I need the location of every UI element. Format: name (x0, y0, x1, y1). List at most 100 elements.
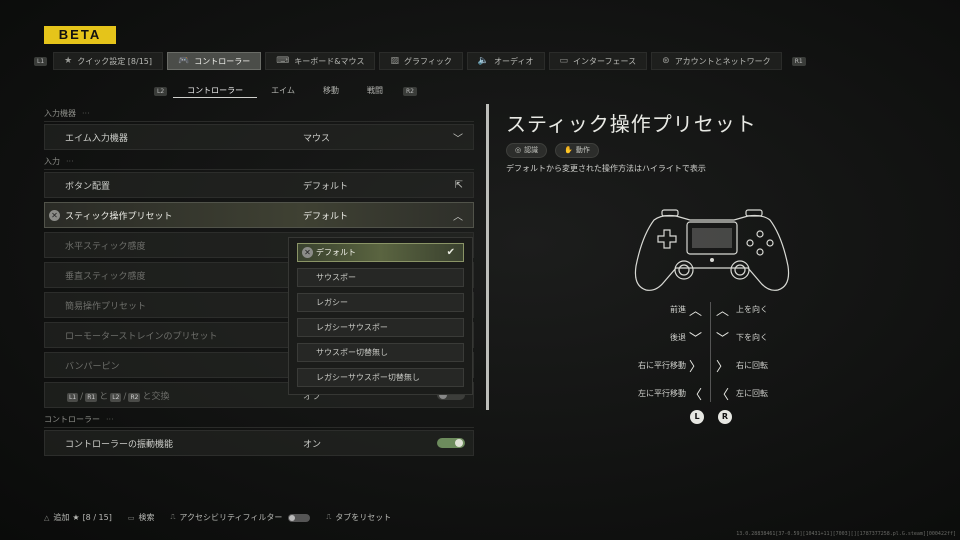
tab-label: オーディオ (494, 56, 534, 66)
cross-button-icon: ✕ (302, 247, 313, 258)
interface-icon: ▭ (559, 56, 569, 66)
left-stick-icon: L (690, 410, 704, 424)
left-stick-action: 右に平行移動 (638, 361, 686, 370)
r2-key-icon: R2 (128, 392, 141, 402)
chevron-up-icon: ︿ (453, 211, 463, 223)
mapping-row: 左に平行移動 〈 〈 左に回転 (620, 386, 790, 414)
option-legacy[interactable]: レガシー (297, 293, 464, 312)
mouse-icon: ⌨ (276, 56, 290, 66)
eye-icon: ◎ (515, 146, 522, 154)
swap-text: と交換 (142, 391, 170, 402)
setting-value: オン (303, 439, 322, 450)
option-label: レガシーサウスポー (316, 323, 388, 332)
mapping-row: 後退 ﹀ ﹀ 下を向く (620, 330, 790, 358)
setting-button-layout[interactable]: ボタン配置 デフォルト ⇱ (44, 172, 474, 198)
tab-controller[interactable]: 🎮 コントローラー (167, 52, 262, 70)
setting-label: バンパーピン (65, 361, 120, 372)
left-stick-action: 後退 (670, 333, 686, 342)
setting-value: デフォルト (303, 181, 349, 192)
tab-audio[interactable]: 🔈 オーディオ (466, 52, 545, 70)
setting-value: マウス (303, 133, 331, 144)
tab-label: コントローラー (194, 56, 251, 66)
setting-label: 垂直スティック感度 (65, 271, 146, 282)
option-default[interactable]: ✕ デフォルト ✔ (297, 243, 464, 262)
tab-keyboard-mouse[interactable]: ⌨ キーボード&マウス (265, 52, 376, 70)
section-title: 入力 (44, 157, 60, 166)
graphics-icon: ▨ (390, 56, 399, 66)
scrollbar[interactable] (486, 104, 489, 410)
action-pill[interactable]: ✋ 動作 (555, 143, 599, 158)
favorite-count: [8 / 15] (82, 513, 112, 522)
section-header: コントローラー ··· (44, 412, 474, 428)
section-title: コントローラー (44, 415, 100, 424)
detail-pills: ◎ 認識 ✋ 動作 (506, 143, 757, 158)
option-label: レガシー (316, 298, 348, 307)
detail-panel: スティック操作プリセット ◎ 認識 ✋ 動作 デフォルトから変更された操作方法はハイ… (506, 108, 757, 174)
tab-label: クイック設定 [8/15] (77, 56, 152, 66)
chevron-left-icon: 〈 (716, 388, 730, 403)
subtab-aim[interactable]: エイム (257, 84, 309, 98)
sub-nav: L2 コントローラー エイム 移動 戦闘 R2 (148, 84, 423, 98)
search-button[interactable]: ▭ 検索 (128, 512, 155, 523)
tab-account-network[interactable]: ⊛ アカウントとネットワーク (651, 52, 782, 70)
chevron-left-icon: 〈 (688, 388, 702, 403)
subtab-controller[interactable]: コントローラー (173, 84, 258, 98)
chevron-up-icon: ︿ (688, 304, 702, 319)
chevron-right-icon: 〉 (688, 360, 702, 375)
beta-badge: BETA (44, 26, 116, 44)
section-header: 入力機器 ··· (44, 106, 474, 122)
top-nav: L1 ★ クイック設定 [8/15] 🎮 コントローラー ⌨ キーボード&マウス ▨ グ… (28, 51, 812, 71)
right-stick-action: 右に回転 (736, 361, 768, 370)
pill-label: 認識 (524, 146, 539, 154)
network-icon: ⊛ (662, 56, 670, 66)
l2-key-icon: L2 (110, 392, 122, 402)
option-label: デフォルト (316, 248, 356, 257)
setting-aim-device[interactable]: エイム入力機器 マウス ﹀ (44, 124, 474, 150)
pill-label: 動作 (575, 146, 590, 154)
recognize-pill[interactable]: ◎ 認識 (506, 143, 548, 158)
checkmark-icon: ✔ (446, 247, 455, 258)
tab-quick-settings[interactable]: ★ クイック設定 [8/15] (53, 52, 163, 70)
vibration-toggle[interactable] (437, 438, 465, 448)
setting-stick-preset[interactable]: ✕ スティック操作プリセット デフォルト ︿ (44, 202, 474, 228)
setting-label: スティック操作プリセット (65, 211, 173, 222)
version-string: 13.0.28838461[37-0.59][10431+11][7003][]… (736, 531, 956, 537)
stick-mapping: 前進 ︿ ︿ 上を向く 後退 ﹀ ﹀ 下を向く 右に平行移動 〉 〉 右に回転 … (620, 302, 790, 414)
add-favorite-button[interactable]: △ 追加 ★ [8 / 15] (44, 512, 112, 523)
setting-label: コントローラーの振動機能 (65, 439, 174, 450)
section-title: 入力機器 (44, 109, 76, 118)
r3-button-icon: ⎍ (326, 513, 332, 521)
tab-label: アカウントとネットワーク (674, 56, 771, 66)
option-legacy-southpaw[interactable]: レガシーサウスポー (297, 318, 464, 337)
accessibility-filter[interactable]: ⎍ アクセシビリティフィルター (170, 512, 311, 523)
star-icon: ★ (72, 513, 80, 522)
subtab-movement[interactable]: 移動 (309, 84, 353, 98)
l1-key-icon: L1 (67, 392, 79, 402)
reset-label: タブをリセット (335, 513, 392, 522)
setting-label: ボタン配置 (65, 181, 111, 192)
section-header: 入力 ··· (44, 154, 474, 170)
controller-icon (634, 209, 790, 291)
tab-graphics[interactable]: ▨ グラフィック (379, 52, 463, 70)
option-legacy-southpaw-no-switch[interactable]: レガシーサウスポー切替無し (297, 368, 464, 387)
option-southpaw-no-switch[interactable]: サウスポー切替無し (297, 343, 464, 362)
gamepad-icon: 🎮 (178, 56, 190, 66)
setting-label: 簡易操作プリセット (65, 301, 147, 312)
right-stick-icon: R (718, 410, 732, 424)
tab-label: グラフィック (403, 56, 452, 66)
accessibility-toggle[interactable] (288, 513, 311, 522)
r2-key-icon: R2 (403, 86, 418, 96)
reset-tab-button[interactable]: ⎍ タブをリセット (326, 512, 391, 523)
chevron-up-icon: ︿ (716, 304, 730, 319)
bottom-bar: △ 追加 ★ [8 / 15] ▭ 検索 ⎍ アクセシビリティフィルター ⎍ タブをリセット (44, 512, 407, 523)
tab-interface[interactable]: ▭ インターフェース (548, 52, 648, 70)
external-link-icon: ⇱ (454, 179, 463, 191)
setting-label: 水平スティック感度 (65, 241, 146, 252)
subtab-combat[interactable]: 戦闘 (353, 84, 397, 98)
right-stick-action: 下を向く (736, 333, 768, 342)
option-southpaw[interactable]: サウスポー (297, 268, 464, 287)
option-label: レガシーサウスポー切替無し (316, 373, 420, 382)
search-label: 検索 (138, 513, 155, 522)
setting-vibration[interactable]: コントローラーの振動機能 オン (44, 430, 474, 456)
setting-label: ローモーターストレインのプリセット (65, 331, 218, 342)
